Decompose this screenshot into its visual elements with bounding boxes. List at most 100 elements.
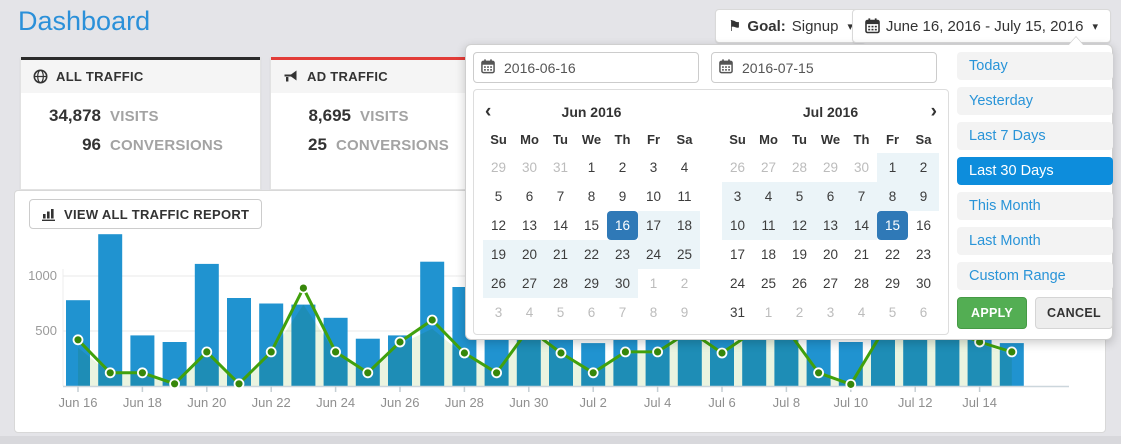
calendar-day[interactable]: 4 <box>753 182 784 211</box>
calendar-day[interactable]: 23 <box>908 240 939 269</box>
calendar-day[interactable]: 12 <box>483 211 514 240</box>
range-option-yesterday[interactable]: Yesterday <box>957 87 1113 115</box>
calendar-day[interactable]: 19 <box>784 240 815 269</box>
calendar-day[interactable]: 5 <box>784 182 815 211</box>
calendar-day[interactable]: 25 <box>669 240 700 269</box>
calendar-day[interactable]: 29 <box>815 153 846 182</box>
cancel-button[interactable]: CANCEL <box>1035 297 1113 329</box>
calendar-day[interactable]: 2 <box>908 153 939 182</box>
calendar-day[interactable]: 7 <box>545 182 576 211</box>
calendar-day[interactable]: 9 <box>908 182 939 211</box>
calendar-day[interactable]: 8 <box>877 182 908 211</box>
calendar-day[interactable]: 2 <box>669 269 700 298</box>
calendar-day[interactable]: 30 <box>846 153 877 182</box>
goal-selector-button[interactable]: ⚑ Goal: Signup ▾ <box>715 9 866 43</box>
calendar-day[interactable]: 17 <box>638 211 669 240</box>
calendar-day[interactable]: 28 <box>846 269 877 298</box>
calendar-day-selected[interactable]: 15 <box>877 211 908 240</box>
daterange-label: June 16, 2016 - July 15, 2016 <box>886 18 1084 35</box>
calendar-day[interactable]: 14 <box>846 211 877 240</box>
calendar-day[interactable]: 4 <box>846 298 877 327</box>
calendar-day[interactable]: 26 <box>784 269 815 298</box>
range-option-this-month[interactable]: This Month <box>957 192 1113 220</box>
calendar-day[interactable]: 6 <box>908 298 939 327</box>
calendar-day[interactable]: 17 <box>722 240 753 269</box>
calendar-day[interactable]: 19 <box>483 240 514 269</box>
calendar-day[interactable]: 27 <box>815 269 846 298</box>
calendar-day[interactable]: 21 <box>846 240 877 269</box>
calendar-day[interactable]: 13 <box>815 211 846 240</box>
calendar-day[interactable]: 12 <box>784 211 815 240</box>
calendar-day[interactable]: 1 <box>877 153 908 182</box>
next-month-icon[interactable]: › <box>915 97 937 127</box>
calendar-day[interactable]: 30 <box>514 153 545 182</box>
calendar-day[interactable]: 30 <box>908 269 939 298</box>
calendar-day[interactable]: 20 <box>815 240 846 269</box>
range-option-last-7-days[interactable]: Last 7 Days <box>957 122 1113 150</box>
calendar-day[interactable]: 27 <box>514 269 545 298</box>
calendar-day[interactable]: 9 <box>669 298 700 327</box>
calendar-day[interactable]: 15 <box>576 211 607 240</box>
calendar-day[interactable]: 3 <box>815 298 846 327</box>
calendar-day[interactable]: 13 <box>514 211 545 240</box>
calendar-day[interactable]: 24 <box>722 269 753 298</box>
calendar-day[interactable]: 18 <box>669 211 700 240</box>
calendar-day[interactable]: 7 <box>607 298 638 327</box>
calendar-day[interactable]: 7 <box>846 182 877 211</box>
calendar-day[interactable]: 21 <box>545 240 576 269</box>
range-option-last-month[interactable]: Last Month <box>957 227 1113 255</box>
calendar-day[interactable]: 14 <box>545 211 576 240</box>
calendar-day[interactable]: 1 <box>753 298 784 327</box>
calendar-day[interactable]: 26 <box>483 269 514 298</box>
calendar-day[interactable]: 11 <box>753 211 784 240</box>
calendar-day[interactable]: 10 <box>638 182 669 211</box>
calendar-day[interactable]: 11 <box>669 182 700 211</box>
calendar-day[interactable]: 18 <box>753 240 784 269</box>
calendar-day[interactable]: 2 <box>784 298 815 327</box>
calendar-day[interactable]: 29 <box>576 269 607 298</box>
calendar-day[interactable]: 23 <box>607 240 638 269</box>
calendar-day[interactable]: 3 <box>483 298 514 327</box>
calendar-day[interactable]: 28 <box>784 153 815 182</box>
calendar-day[interactable]: 22 <box>576 240 607 269</box>
start-date-input[interactable] <box>473 52 699 83</box>
calendar-day[interactable]: 31 <box>722 298 753 327</box>
prev-month-icon[interactable]: ‹ <box>485 97 507 127</box>
apply-button[interactable]: APPLY <box>957 297 1027 329</box>
calendar-day[interactable]: 6 <box>815 182 846 211</box>
calendar-day[interactable]: 16 <box>908 211 939 240</box>
calendar-day[interactable]: 1 <box>638 269 669 298</box>
view-all-traffic-report-button[interactable]: VIEW ALL TRAFFIC REPORT <box>29 199 262 229</box>
calendar-day[interactable]: 25 <box>753 269 784 298</box>
calendar-day[interactable]: 3 <box>722 182 753 211</box>
calendar-day[interactable]: 4 <box>514 298 545 327</box>
calendar-day[interactable]: 1 <box>576 153 607 182</box>
calendar-day[interactable]: 10 <box>722 211 753 240</box>
calendar-day[interactable]: 20 <box>514 240 545 269</box>
calendar-day[interactable]: 26 <box>722 153 753 182</box>
range-option-custom-range[interactable]: Custom Range <box>957 262 1113 290</box>
calendar-day[interactable]: 5 <box>877 298 908 327</box>
calendar-day[interactable]: 2 <box>607 153 638 182</box>
calendar-day[interactable]: 28 <box>545 269 576 298</box>
calendar-day[interactable]: 24 <box>638 240 669 269</box>
range-option-last-30-days[interactable]: Last 30 Days <box>957 157 1113 185</box>
end-date-input[interactable] <box>711 52 937 83</box>
calendar-day[interactable]: 27 <box>753 153 784 182</box>
calendar-day[interactable]: 6 <box>576 298 607 327</box>
range-option-today[interactable]: Today <box>957 52 1113 80</box>
calendar-day[interactable]: 5 <box>483 182 514 211</box>
calendar-day[interactable]: 29 <box>483 153 514 182</box>
calendar-day-selected[interactable]: 16 <box>607 211 638 240</box>
calendar-day[interactable]: 8 <box>638 298 669 327</box>
calendar-day[interactable]: 8 <box>576 182 607 211</box>
calendar-day[interactable]: 6 <box>514 182 545 211</box>
calendar-day[interactable]: 31 <box>545 153 576 182</box>
calendar-day[interactable]: 30 <box>607 269 638 298</box>
calendar-day[interactable]: 29 <box>877 269 908 298</box>
calendar-day[interactable]: 4 <box>669 153 700 182</box>
calendar-day[interactable]: 22 <box>877 240 908 269</box>
calendar-day[interactable]: 9 <box>607 182 638 211</box>
calendar-day[interactable]: 3 <box>638 153 669 182</box>
calendar-day[interactable]: 5 <box>545 298 576 327</box>
